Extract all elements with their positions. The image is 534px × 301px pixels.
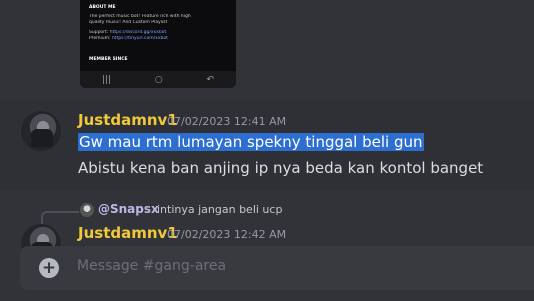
reply-username[interactable]: @Snapsx xyxy=(98,202,159,216)
message-line: Abistu kena ban anjing ip nya beda kan k… xyxy=(78,159,484,177)
support-link[interactable]: https://discord.gg/xxxbot xyxy=(110,30,166,35)
support-label: Support: xyxy=(89,30,109,35)
member-since-heading: MEMBER SINCE xyxy=(89,57,128,62)
premium-link[interactable]: https://tinyurl.com/xxbot xyxy=(112,36,168,41)
message-timestamp: 07/02/2023 12:42 AM xyxy=(167,228,287,241)
message-username[interactable]: Justdamnv1 xyxy=(78,224,178,242)
reply-preview-text[interactable]: intinya jangan beli ucp xyxy=(157,203,282,216)
home-icon: ○ xyxy=(154,74,163,85)
message-line: Gw mau rtm lumayan spekny tinggal beli g… xyxy=(78,133,424,151)
phone-nav-bar: ||| ○ ↶ xyxy=(80,71,236,88)
avatar[interactable] xyxy=(21,111,61,151)
menu-icon: ||| xyxy=(101,74,112,85)
profile-about-section: ABOUT ME The perfect music bot! Feature … xyxy=(89,5,229,42)
message-timestamp: 07/02/2023 12:41 AM xyxy=(167,115,287,128)
reply-connector xyxy=(41,211,79,225)
back-icon: ↶ xyxy=(206,74,215,85)
message-input[interactable]: Message #gang-area xyxy=(77,258,226,274)
premium-label: Premium: xyxy=(89,36,111,41)
add-icon[interactable]: + xyxy=(39,258,59,278)
message-composer[interactable]: + Message #gang-area xyxy=(20,246,534,290)
message-username[interactable]: Justdamnv1 xyxy=(78,111,178,129)
premium-line: Premium: https://tinyurl.com/xxbot xyxy=(89,36,229,42)
shared-screenshot-image[interactable]: ABOUT ME The perfect music bot! Feature … xyxy=(80,0,236,88)
about-heading: ABOUT ME xyxy=(89,5,116,10)
reply-avatar[interactable] xyxy=(80,203,94,217)
selected-text: Gw mau rtm lumayan spekny tinggal beli g… xyxy=(78,133,424,151)
